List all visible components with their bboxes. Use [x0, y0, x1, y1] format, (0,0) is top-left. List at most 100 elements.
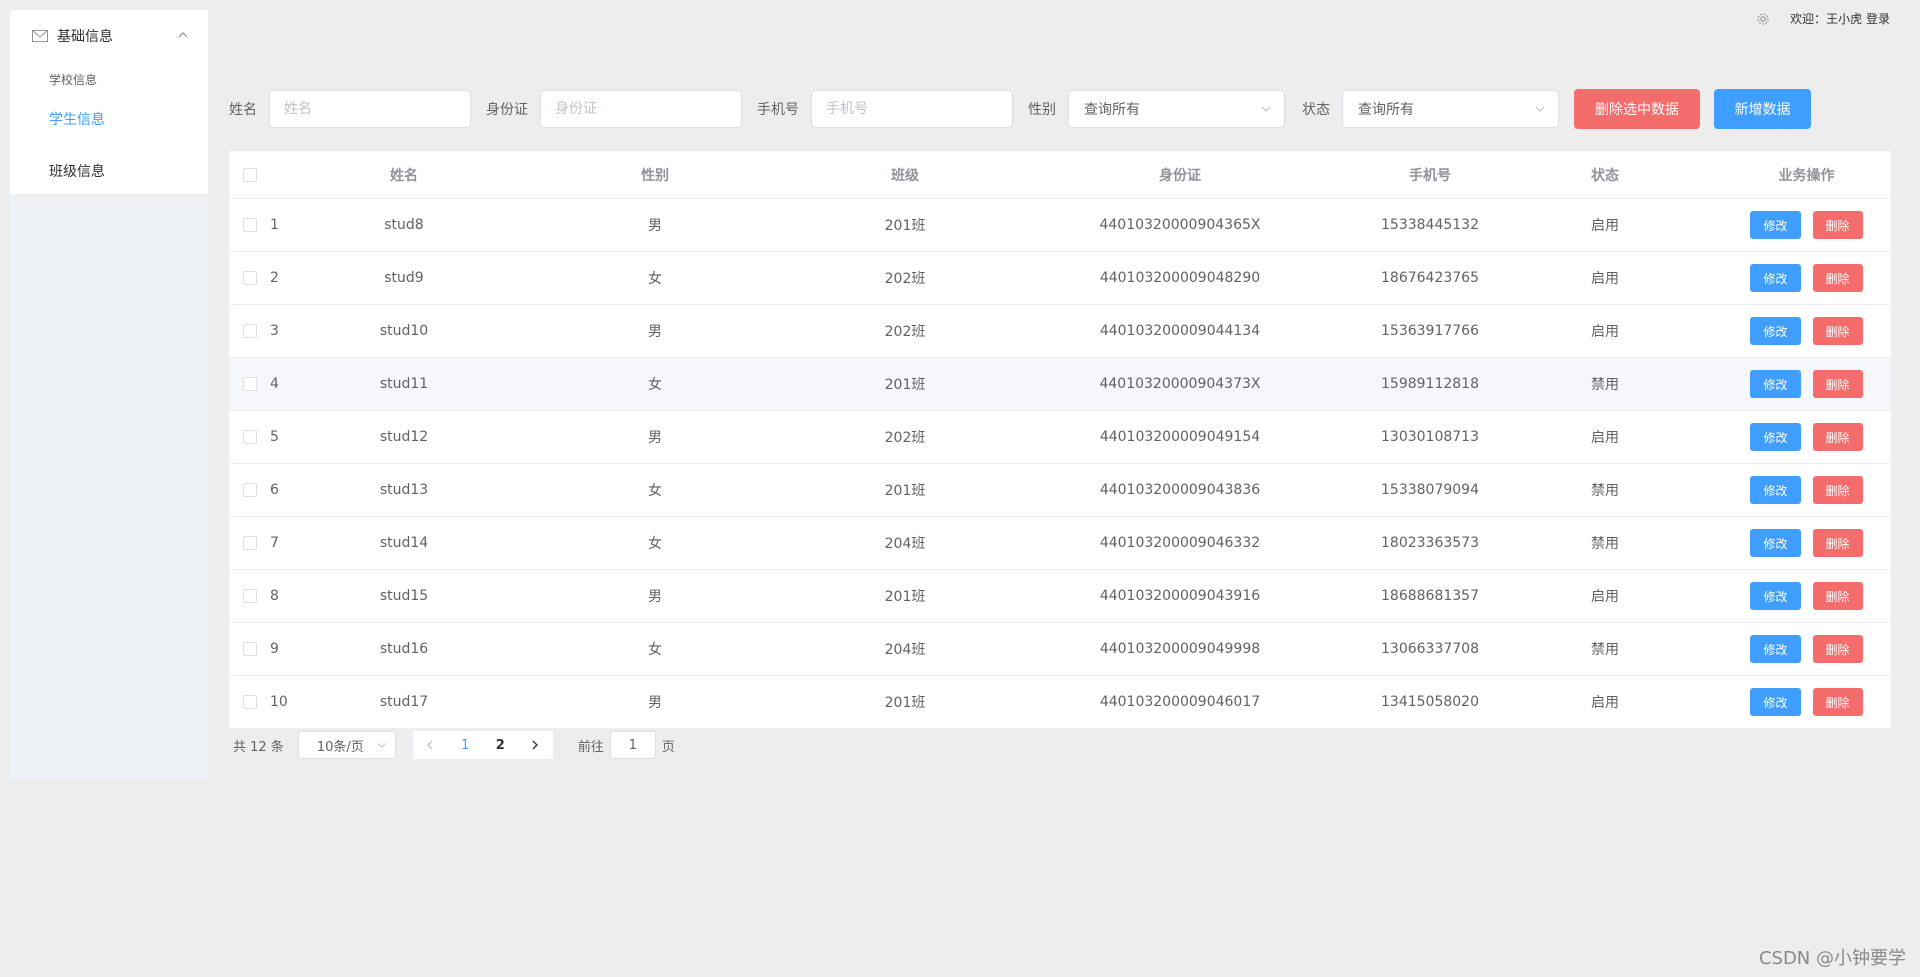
phone-cell: 15338079094: [1372, 463, 1488, 517]
chevron-left-icon: [427, 740, 433, 750]
page-1-button[interactable]: 1: [448, 731, 483, 759]
gender-cell: 男: [488, 569, 822, 623]
delete-selected-button[interactable]: 删除选中数据: [1574, 89, 1700, 129]
index-cell: 5: [270, 410, 320, 464]
gender-cell: 女: [488, 516, 822, 570]
delete-button[interactable]: 删除: [1812, 317, 1863, 345]
class-cell: 201班: [822, 198, 988, 252]
table-row: 8 stud15 男 201班 440103200009043916 1868868135…: [229, 569, 1891, 623]
delete-button[interactable]: 删除: [1812, 476, 1863, 504]
name-cell: stud15: [320, 569, 488, 623]
delete-button[interactable]: 删除: [1812, 370, 1863, 398]
sidebar-item-school[interactable]: 学校信息: [10, 62, 208, 96]
checkbox-cell: [229, 622, 270, 676]
edit-button[interactable]: 修改: [1750, 529, 1801, 557]
submenu-basic-info[interactable]: 基础信息: [10, 10, 208, 62]
column-header: 姓名: [320, 151, 488, 199]
edit-button[interactable]: 修改: [1750, 423, 1801, 451]
next-page-button[interactable]: [518, 731, 553, 759]
gender-cell: 女: [488, 622, 822, 676]
phone-cell: 13030108713: [1372, 410, 1488, 464]
actions-cell: 修改 删除: [1722, 304, 1891, 358]
status-select[interactable]: 查询所有: [1342, 90, 1559, 128]
select-all-checkbox[interactable]: [242, 167, 257, 182]
status-cell: 禁用: [1488, 463, 1722, 517]
name-cell: stud11: [320, 357, 488, 411]
add-data-button[interactable]: 新增数据: [1714, 89, 1811, 129]
id-card-cell: 440103200009043916: [988, 569, 1372, 623]
column-header: 班级: [822, 151, 988, 199]
row-checkbox[interactable]: [242, 218, 257, 232]
phone-label: 手机号: [757, 102, 799, 118]
name-input[interactable]: [269, 90, 471, 128]
status-cell: 禁用: [1488, 357, 1722, 411]
delete-button[interactable]: 删除: [1812, 211, 1863, 239]
row-checkbox[interactable]: [242, 695, 257, 709]
id-input[interactable]: [540, 90, 742, 128]
row-checkbox[interactable]: [242, 271, 257, 285]
edit-button[interactable]: 修改: [1750, 211, 1801, 239]
row-checkbox[interactable]: [242, 430, 257, 444]
gender-select[interactable]: 查询所有: [1068, 90, 1285, 128]
status-select-value: 查询所有: [1358, 102, 1414, 118]
table-row: 5 stud12 男 202班 440103200009049154 1303010871…: [229, 410, 1891, 464]
id-card-cell: 440103200009049998: [988, 622, 1372, 676]
status-cell: 启用: [1488, 251, 1722, 305]
class-cell: 201班: [822, 463, 988, 517]
status-label: 状态: [1302, 102, 1330, 118]
gear-icon[interactable]: [1756, 12, 1770, 26]
actions-cell: 修改 删除: [1722, 516, 1891, 570]
delete-button[interactable]: 删除: [1812, 688, 1863, 716]
page-size-select[interactable]: 10条/页: [297, 731, 396, 759]
edit-button[interactable]: 修改: [1750, 370, 1801, 398]
welcome-text: 欢迎：王小虎 登录: [1790, 12, 1890, 26]
table-row: 3 stud10 男 202班 440103200009044134 1536391776…: [229, 304, 1891, 358]
status-cell: 启用: [1488, 304, 1722, 358]
phone-input[interactable]: [811, 90, 1013, 128]
edit-button[interactable]: 修改: [1750, 317, 1801, 345]
gender-cell: 男: [488, 410, 822, 464]
checkbox-cell: [229, 410, 270, 464]
row-checkbox[interactable]: [242, 642, 257, 656]
id-card-cell: 440103200009048290: [988, 251, 1372, 305]
gender-label: 性别: [1028, 102, 1056, 118]
name-label: 姓名: [229, 102, 257, 118]
status-cell: 启用: [1488, 410, 1722, 464]
row-checkbox[interactable]: [242, 483, 257, 497]
delete-button[interactable]: 删除: [1812, 529, 1863, 557]
row-checkbox[interactable]: [242, 377, 257, 391]
row-checkbox[interactable]: [242, 589, 257, 603]
sidebar-item-label: 班级信息: [49, 164, 105, 180]
delete-button[interactable]: 删除: [1812, 264, 1863, 292]
name-cell: stud16: [320, 622, 488, 676]
row-checkbox[interactable]: [242, 324, 257, 338]
delete-button[interactable]: 删除: [1812, 582, 1863, 610]
delete-button[interactable]: 删除: [1812, 635, 1863, 663]
sidebar-item-label: 学校信息: [49, 72, 98, 87]
index-cell: 3: [270, 304, 320, 358]
edit-button[interactable]: 修改: [1750, 264, 1801, 292]
prev-page-button[interactable]: [413, 731, 448, 759]
chevron-right-icon: [532, 740, 539, 750]
delete-button[interactable]: 删除: [1812, 423, 1863, 451]
phone-cell: 15989112818: [1372, 357, 1488, 411]
class-cell: 202班: [822, 251, 988, 305]
edit-button[interactable]: 修改: [1750, 582, 1801, 610]
page-2-button[interactable]: 2: [483, 731, 518, 759]
sidebar-item-class[interactable]: 班级信息: [10, 142, 208, 200]
id-card-cell: 44010320000904373X: [988, 357, 1372, 411]
header-user: 欢迎：王小虎 登录: [1756, 10, 1890, 27]
actions-cell: 修改 删除: [1722, 569, 1891, 623]
goto-page-input[interactable]: [609, 731, 656, 759]
column-header: 手机号: [1372, 151, 1488, 199]
phone-cell: 13066337708: [1372, 622, 1488, 676]
student-table: 姓名 性别 班级 身份证 手机号 状态 业务操作 1 stud8 男 201班 4401…: [229, 151, 1891, 729]
edit-button[interactable]: 修改: [1750, 476, 1801, 504]
edit-button[interactable]: 修改: [1750, 688, 1801, 716]
id-card-cell: 44010320000904365X: [988, 198, 1372, 252]
actions-cell: 修改 删除: [1722, 198, 1891, 252]
row-checkbox[interactable]: [242, 536, 257, 550]
sidebar-item-student[interactable]: 学生信息: [10, 96, 208, 142]
edit-button[interactable]: 修改: [1750, 635, 1801, 663]
index-cell: 8: [270, 569, 320, 623]
